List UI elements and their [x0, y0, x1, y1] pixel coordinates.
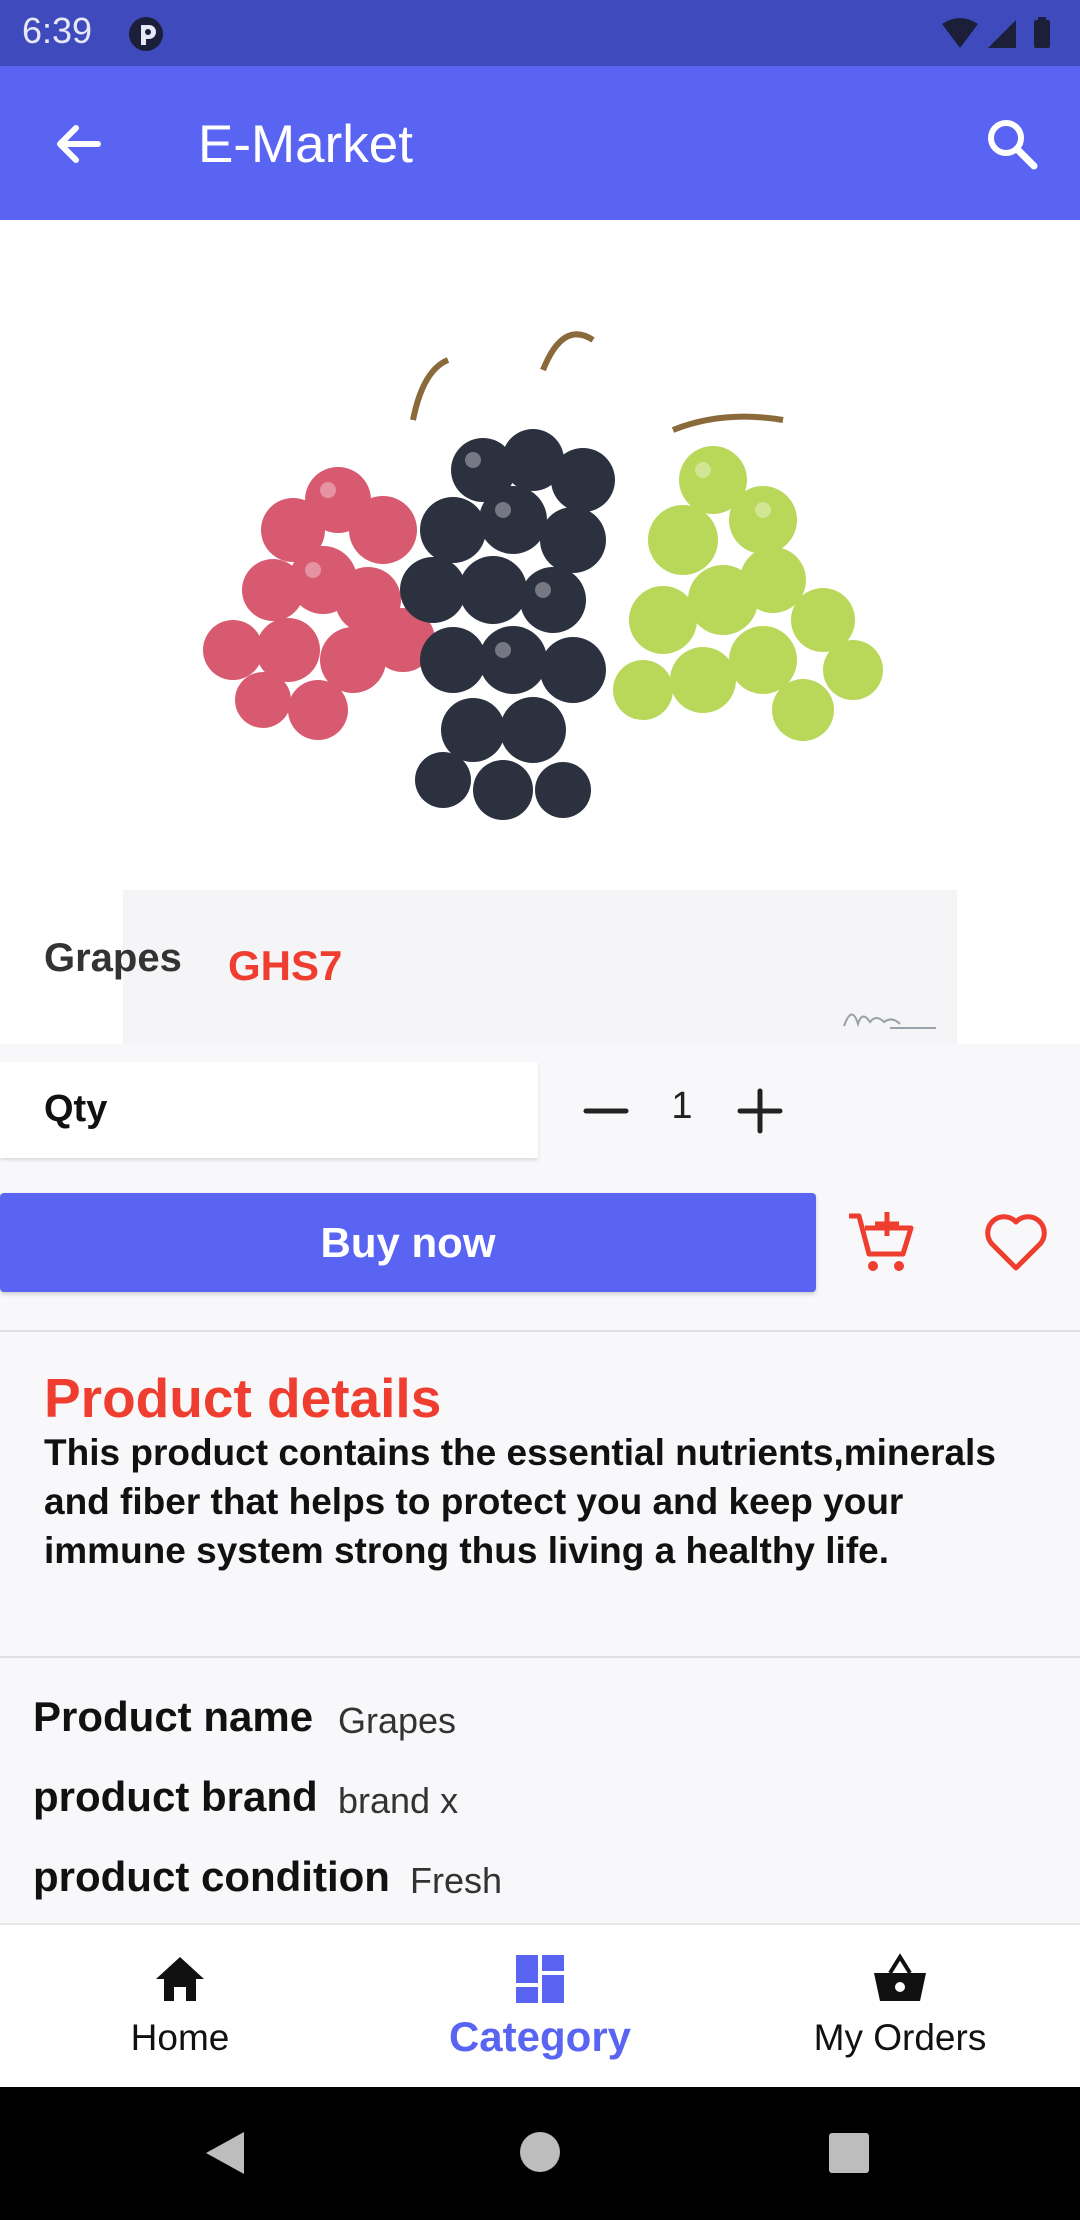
quantity-value: 1 [671, 1085, 693, 1127]
spec-product-brand-value: brand x [338, 1780, 459, 1821]
spec-product-condition-label: product condition [33, 1853, 390, 1900]
home-icon [152, 1951, 208, 2007]
status-icons [940, 16, 1060, 52]
notification-app-icon [128, 16, 164, 52]
basket-icon [872, 1951, 928, 2007]
nav-item-home[interactable]: Home [0, 1925, 360, 2087]
signal-icon [988, 20, 1016, 48]
buy-now-button[interactable]: Buy now [0, 1193, 816, 1292]
battery-icon [1034, 17, 1050, 48]
search-icon[interactable] [974, 106, 1050, 182]
product-description: This product contains the essential nutr… [44, 1432, 996, 1571]
wifi-icon [942, 18, 978, 48]
nav-item-category[interactable]: Category [360, 1925, 720, 2087]
category-icon [512, 1951, 568, 2007]
decrease-quantity-button[interactable] [578, 1076, 634, 1146]
system-recent-apps-icon[interactable] [828, 2132, 870, 2174]
product-details-heading: Product details [44, 1367, 442, 1429]
nav-label-my-orders: My Orders [813, 2017, 987, 2058]
product-image [123, 220, 957, 1044]
product-name: Grapes [44, 936, 182, 980]
system-home-icon[interactable] [518, 2130, 562, 2174]
app-title: E-Market [198, 115, 413, 174]
favorite-heart-icon[interactable] [980, 1206, 1052, 1278]
status-time: 6:39 [22, 10, 93, 51]
photo-watermark [840, 1000, 940, 1034]
divider [0, 1330, 1080, 1332]
system-back-icon[interactable] [200, 2128, 250, 2178]
spec-product-condition-value: Fresh [410, 1860, 503, 1901]
app-bar [0, 66, 1080, 220]
nav-label-home: Home [130, 2017, 230, 2058]
add-to-cart-icon[interactable] [845, 1206, 917, 1278]
spec-product-brand-label: product brand [33, 1773, 318, 1820]
nav-label-category: Category [448, 2013, 632, 2060]
spec-product-name-label: Product name [33, 1693, 314, 1740]
divider [0, 1656, 1080, 1658]
quantity-label: Qty [44, 1088, 108, 1130]
back-arrow-icon[interactable] [40, 106, 116, 182]
product-price: GHS7 [228, 942, 343, 989]
nav-item-my-orders[interactable]: My Orders [720, 1925, 1080, 2087]
increase-quantity-button[interactable] [732, 1076, 788, 1146]
spec-product-name-value: Grapes [338, 1700, 457, 1741]
